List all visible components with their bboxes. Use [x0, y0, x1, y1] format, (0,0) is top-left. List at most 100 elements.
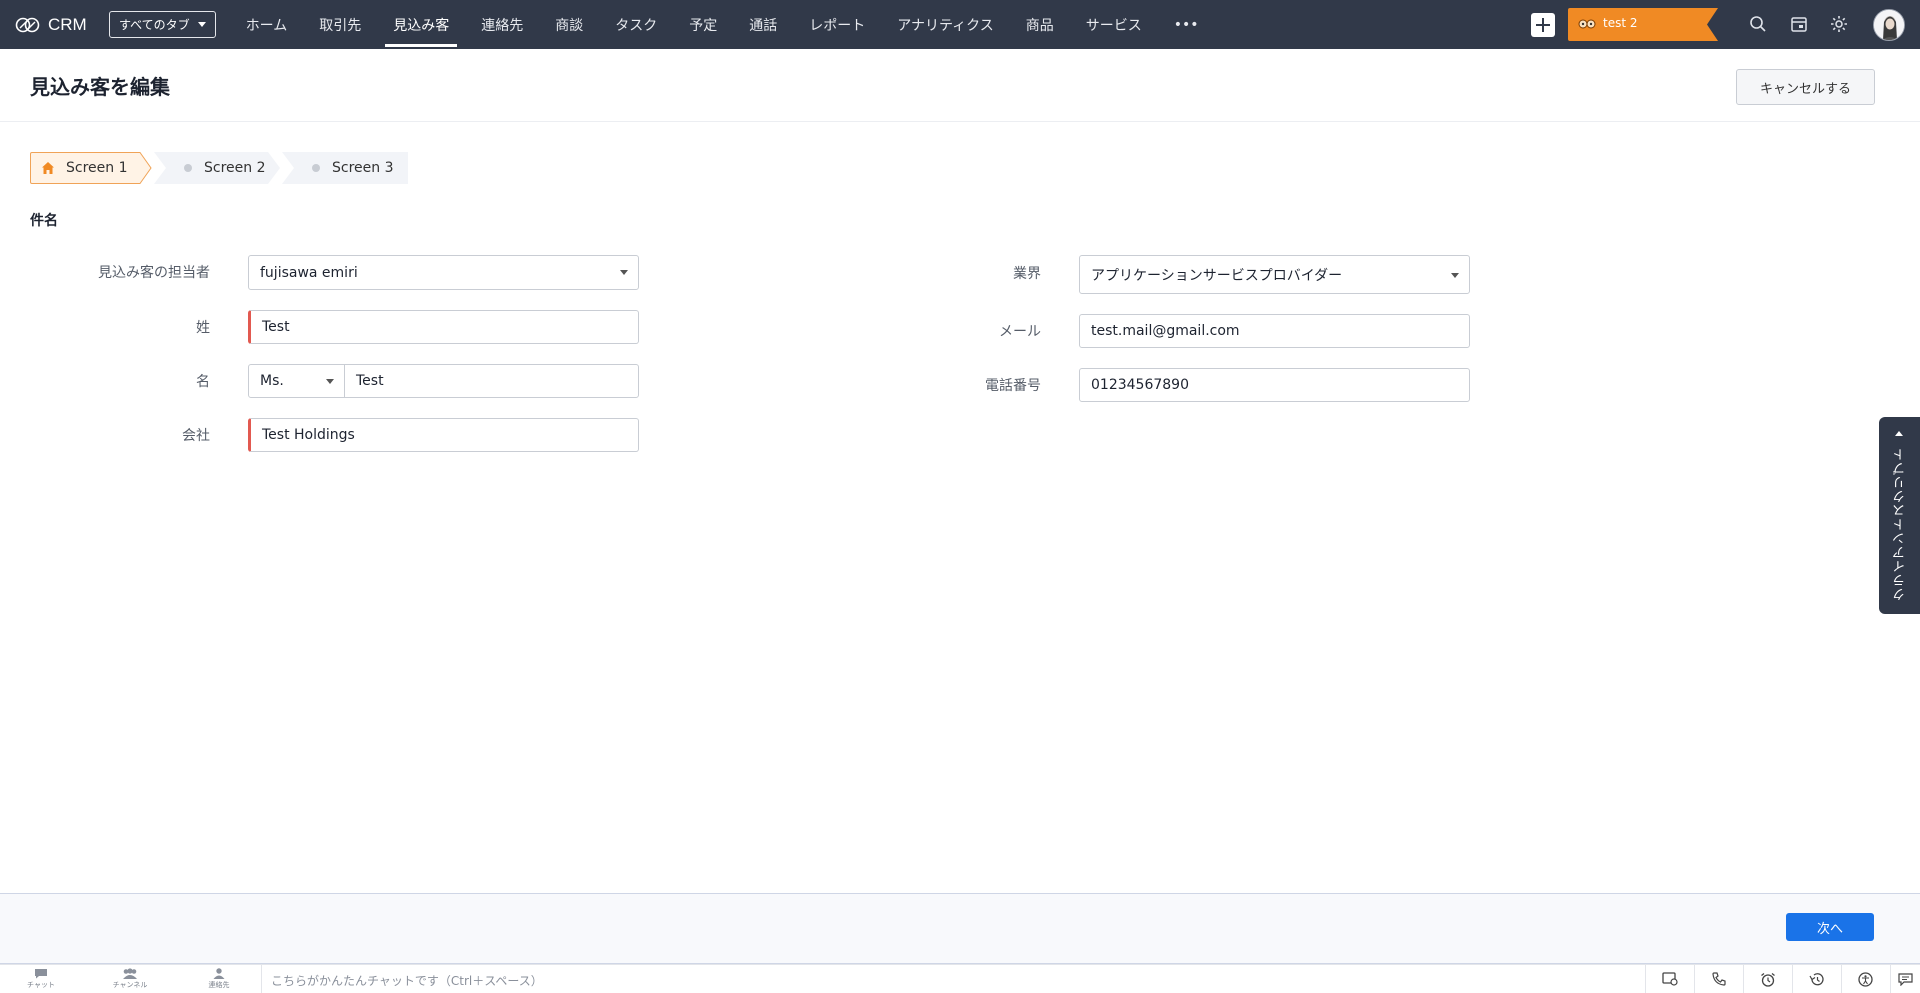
phone-icon — [1711, 972, 1726, 986]
screen-steps: Screen 1 Screen 2 Screen 3 — [30, 152, 408, 184]
tab-analytics[interactable]: アナリティクス — [889, 0, 1001, 49]
chevron-down-icon — [620, 270, 628, 275]
chat-tool-button-5[interactable] — [1841, 965, 1889, 993]
all-tabs-label: すべてのタブ — [119, 18, 190, 32]
brand[interactable]: CRM — [15, 15, 95, 35]
phone-value: 01234567890 — [1091, 377, 1189, 393]
step-label: Screen 2 — [204, 160, 266, 176]
channels-label: チャンネル — [112, 981, 148, 989]
tab-accounts[interactable]: 取引先 — [311, 0, 369, 49]
cancel-button[interactable]: キャンセルする — [1736, 69, 1875, 105]
industry-select[interactable]: アプリケーションサービスプロバイダー — [1079, 255, 1470, 294]
chat-tool-button-1[interactable] — [1645, 965, 1693, 993]
last-name-label: 姓 — [196, 320, 210, 336]
screen-share-icon — [1661, 972, 1678, 986]
channels-icon — [123, 968, 137, 979]
form-footer: 次へ — [0, 893, 1920, 964]
top-navigation: CRM すべてのタブ ホーム 取引先 見込み客 連絡先 商談 タスク 予定 通話… — [0, 0, 1920, 49]
app-name: CRM — [48, 14, 87, 34]
tab-home[interactable]: ホーム — [238, 0, 296, 49]
next-button[interactable]: 次へ — [1786, 913, 1874, 941]
step-screen-2[interactable]: Screen 2 — [154, 152, 280, 184]
email-label: メール — [999, 324, 1041, 340]
last-name-field[interactable]: Test — [248, 310, 639, 344]
tab-services[interactable]: サービス — [1078, 0, 1150, 49]
email-field[interactable]: test.mail@gmail.com — [1079, 314, 1470, 348]
step-label: Screen 3 — [332, 160, 394, 176]
crm-logo-icon — [15, 17, 40, 32]
step-dot-icon — [312, 164, 320, 172]
client-script-tab[interactable]: クライアントスクリプト — [1879, 417, 1920, 614]
home-icon — [42, 162, 54, 174]
lead-owner-select[interactable]: fujisawa emiri — [248, 255, 639, 290]
alarm-clock-icon — [1760, 972, 1775, 987]
tab-meetings[interactable]: 予定 — [681, 0, 725, 49]
chat-tool-button-6[interactable] — [1890, 965, 1920, 993]
contacts-button[interactable]: 連絡先 — [194, 968, 244, 990]
first-name-value: Test — [356, 373, 384, 389]
chat-tool-button-3[interactable] — [1743, 965, 1791, 993]
all-tabs-dropdown[interactable]: すべてのタブ — [109, 11, 216, 38]
chat-settings-icon — [1898, 973, 1913, 986]
search-icon[interactable] — [1748, 14, 1768, 34]
tab-contacts[interactable]: 連絡先 — [473, 0, 531, 49]
company-field[interactable]: Test Holdings — [248, 418, 639, 452]
section-title: 件名 — [30, 213, 58, 229]
company-label: 会社 — [182, 428, 210, 444]
tab-leads[interactable]: 見込み客 — [385, 0, 458, 49]
chat-tool-button-4[interactable] — [1792, 965, 1840, 993]
calendar-icon[interactable] — [1789, 14, 1809, 34]
chat-button[interactable]: チャット — [16, 968, 66, 990]
mascot-icon — [1578, 19, 1596, 29]
phone-label: 電話番号 — [985, 378, 1041, 394]
first-name-field[interactable]: Test — [344, 364, 639, 398]
chat-label: チャット — [27, 981, 55, 989]
industry-label: 業界 — [1013, 266, 1041, 282]
chat-bar-divider — [261, 965, 262, 993]
client-script-label: クライアントスクリプト — [1893, 447, 1908, 601]
chat-bar: チャット チャンネル 連絡先 こちらがかんたんチャットです（Ctrl＋スペース） — [0, 964, 1920, 993]
page-header: 見込み客を編集 キャンセルする — [0, 49, 1920, 122]
module-tabs: ホーム 取引先 見込み客 連絡先 商談 タスク 予定 通話 レポート アナリティ… — [230, 0, 1215, 49]
industry-value: アプリケーションサービスプロバイダー — [1091, 267, 1343, 284]
tab-calls[interactable]: 通話 — [741, 0, 785, 49]
quick-chat-input[interactable]: こちらがかんたんチャットです（Ctrl＋スペース） — [271, 972, 543, 989]
history-icon — [1808, 972, 1824, 985]
lead-owner-value: fujisawa emiri — [260, 264, 358, 281]
accessibility-icon — [1858, 971, 1873, 987]
tab-deals[interactable]: 商談 — [547, 0, 591, 49]
salutation-select[interactable]: Ms. — [248, 364, 345, 398]
channels-button[interactable]: チャンネル — [105, 968, 155, 990]
chat-bubble-icon — [35, 969, 47, 979]
step-dot-icon — [184, 164, 192, 172]
contact-person-icon — [213, 968, 225, 979]
email-value: test.mail@gmail.com — [1091, 323, 1240, 339]
chevron-up-icon — [1895, 431, 1903, 436]
quick-create-button[interactable] — [1531, 13, 1555, 37]
step-label: Screen 1 — [66, 160, 128, 176]
promo-banner[interactable]: test 2 — [1568, 8, 1718, 41]
tab-products[interactable]: 商品 — [1018, 0, 1062, 49]
chevron-down-icon — [326, 379, 334, 384]
tab-reports[interactable]: レポート — [801, 0, 873, 49]
page-title: 見込み客を編集 — [30, 75, 170, 99]
chat-tool-button-2[interactable] — [1694, 965, 1742, 993]
chevron-down-icon — [197, 22, 206, 27]
chevron-down-icon — [1451, 273, 1459, 278]
step-screen-3[interactable]: Screen 3 — [282, 152, 408, 184]
tab-tasks[interactable]: タスク — [607, 0, 665, 49]
last-name-value: Test — [262, 319, 290, 335]
owner-label: 見込み客の担当者 — [98, 265, 210, 281]
user-avatar-icon — [1874, 10, 1904, 40]
company-value: Test Holdings — [262, 427, 355, 443]
phone-field[interactable]: 01234567890 — [1079, 368, 1470, 402]
step-screen-1[interactable]: Screen 1 — [30, 152, 152, 184]
first-name-label: 名 — [196, 374, 210, 390]
plus-icon — [1536, 18, 1550, 32]
gear-icon[interactable] — [1829, 14, 1849, 34]
contacts-label: 連絡先 — [208, 981, 230, 989]
salutation-value: Ms. — [260, 373, 284, 389]
avatar[interactable] — [1873, 9, 1905, 41]
more-tabs-button[interactable]: ••• — [1166, 0, 1207, 49]
promo-label: test 2 — [1603, 16, 1638, 30]
